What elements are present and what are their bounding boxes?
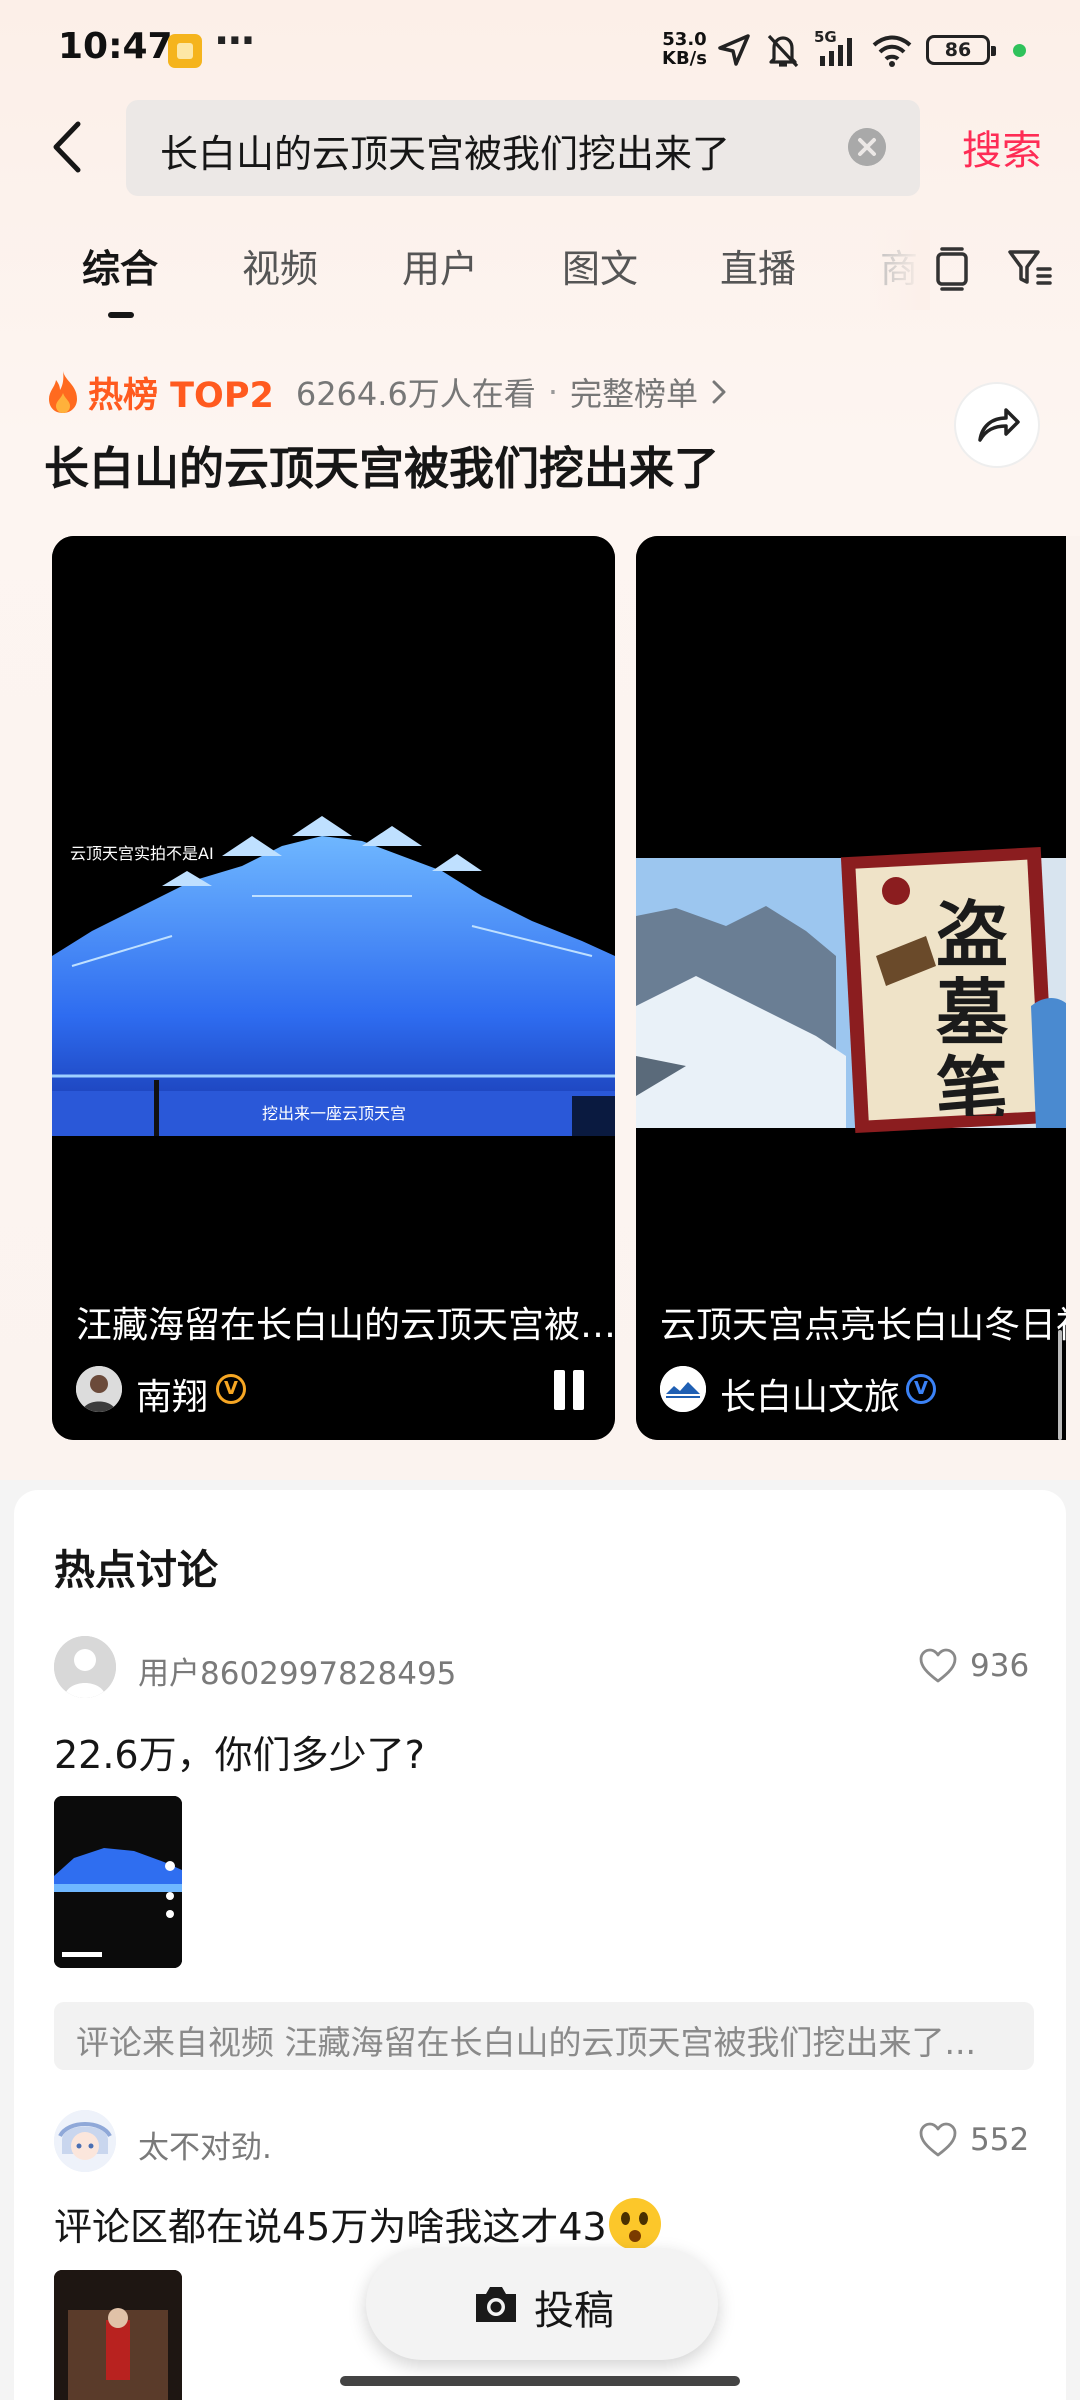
back-arrow-icon[interactable] xyxy=(40,112,100,182)
horizontal-scrollbar xyxy=(1058,1330,1062,1440)
network-speed: 53.0 KB/s xyxy=(662,30,707,68)
network-speed-value: 53.0 xyxy=(662,29,707,50)
comment-text: 评论区都在说45万为啥我这才43 xyxy=(54,2205,607,2249)
like-count: 936 xyxy=(970,1648,1030,1684)
status-time: 10:47 xyxy=(58,26,173,67)
status-icons: 5G 86 xyxy=(716,28,996,72)
commenter-name[interactable]: 用户8602997828495 xyxy=(138,1648,456,1693)
filter-icon[interactable] xyxy=(1004,242,1056,294)
privacy-indicator-dot xyxy=(1013,44,1026,57)
hot-list-rank: 热榜 TOP2 xyxy=(88,375,274,416)
commenter-avatar[interactable] xyxy=(54,1636,116,1698)
verified-badge-icon: V xyxy=(216,1374,246,1404)
commenter-name[interactable]: 太不对劲. xyxy=(138,2122,272,2167)
video-card[interactable]: 盗墓笔记 云顶天宫点亮长白山冬日神 长白山文旅 V xyxy=(636,536,1080,1440)
source-video-link[interactable]: 评论来自视频 汪藏海留在长白山的云顶天宫被我们挖出来了... xyxy=(54,2002,1034,2070)
like-count: 552 xyxy=(970,2122,1030,2158)
post-button-label[interactable]: 投稿 xyxy=(534,2278,614,2336)
author-avatar[interactable] xyxy=(660,1366,706,1412)
battery-indicator: 86 xyxy=(926,35,996,65)
tab-fade-overlay xyxy=(870,230,930,310)
video-card[interactable]: 云顶天宫实拍不是AI 挖出来一座云顶天宫 汪藏海留在长白山的云顶天宫被… 南翔 … xyxy=(52,536,615,1440)
commenter-avatar[interactable] xyxy=(54,2110,116,2172)
fire-icon xyxy=(49,371,77,413)
tab-comprehensive[interactable]: 综合 xyxy=(82,238,158,293)
flushed-face-emoji-icon xyxy=(608,2198,661,2250)
comment-screenshot-thumbnail[interactable] xyxy=(54,2270,182,2400)
comment-text-row: 评论区都在说45万为啥我这才43 xyxy=(54,2196,661,2251)
location-icon xyxy=(718,34,750,66)
book-title-text: 盗墓笔记 xyxy=(936,896,1009,1116)
wifi-icon xyxy=(872,35,912,67)
video-title[interactable]: 汪藏海留在长白山的云顶天宫被… xyxy=(76,1296,615,1348)
hot-topic-title[interactable]: 长白山的云顶天宫被我们挖出来了 xyxy=(44,432,719,497)
section-title: 热点讨论 xyxy=(54,1546,218,1594)
tab-video[interactable]: 视频 xyxy=(242,238,318,293)
heart-icon[interactable] xyxy=(918,2120,958,2160)
video-author[interactable]: 长白山文旅 xyxy=(720,1368,900,1420)
tab-live[interactable]: 直播 xyxy=(720,238,796,293)
video-title[interactable]: 云顶天宫点亮长白山冬日神 xyxy=(660,1296,1080,1348)
clear-search-icon[interactable] xyxy=(848,128,886,166)
comment-screenshot-thumbnail[interactable] xyxy=(54,1796,182,1968)
author-avatar[interactable] xyxy=(76,1366,122,1412)
mute-bell-icon xyxy=(767,34,799,68)
status-bar: 10:47 ··· 53.0 KB/s 5G 86 xyxy=(0,0,1080,96)
layout-toggle-icon[interactable] xyxy=(926,242,978,294)
share-icon xyxy=(978,408,1020,442)
pause-icon[interactable] xyxy=(552,1370,586,1410)
post-button[interactable]: 投稿 xyxy=(366,2248,718,2360)
cellular-signal-icon: 5G xyxy=(814,28,858,68)
comment-text: 22.6万，你们多少了? xyxy=(54,1733,425,1777)
chevron-right-icon[interactable] xyxy=(708,377,730,407)
separator-dot: · xyxy=(547,373,558,411)
search-button[interactable]: 搜索 xyxy=(962,118,1042,176)
hot-list-row[interactable]: 热榜 TOP2 6264.6万人在看 · 完整榜单 xyxy=(44,368,730,416)
share-button[interactable] xyxy=(954,382,1040,468)
home-indicator[interactable] xyxy=(340,2376,740,2386)
video-author[interactable]: 南翔 xyxy=(136,1368,208,1420)
search-input[interactable]: 长白山的云顶天宫被我们挖出来了 xyxy=(126,100,920,196)
video-subtitle: 挖出来一座云顶天宫 xyxy=(262,1104,407,1123)
card-fade-edge xyxy=(1066,536,1080,1440)
hot-list-views: 6264.6万人在看 xyxy=(295,375,536,413)
tab-image-text[interactable]: 图文 xyxy=(562,238,638,293)
source-video-text[interactable]: 评论来自视频 汪藏海留在长白山的云顶天宫被我们挖出来了... xyxy=(76,2016,976,2064)
full-list-link[interactable]: 完整榜单 xyxy=(570,369,698,415)
search-query-text[interactable]: 长白山的云顶天宫被我们挖出来了 xyxy=(160,123,730,178)
search-result-tabs: 综合 视频 用户 图文 直播 商 xyxy=(0,230,1080,330)
heart-icon[interactable] xyxy=(918,1646,958,1686)
network-type: 5G xyxy=(814,28,837,46)
video-overlay-text: 云顶天宫实拍不是AI xyxy=(70,844,214,863)
more-notifications-icon: ··· xyxy=(214,18,256,64)
network-speed-unit: KB/s xyxy=(662,48,707,69)
tab-users[interactable]: 用户 xyxy=(402,238,478,293)
notes-app-notification-icon xyxy=(168,34,202,68)
camera-icon xyxy=(476,2287,516,2322)
verified-badge-icon: V xyxy=(906,1374,936,1404)
active-tab-indicator xyxy=(108,312,134,318)
